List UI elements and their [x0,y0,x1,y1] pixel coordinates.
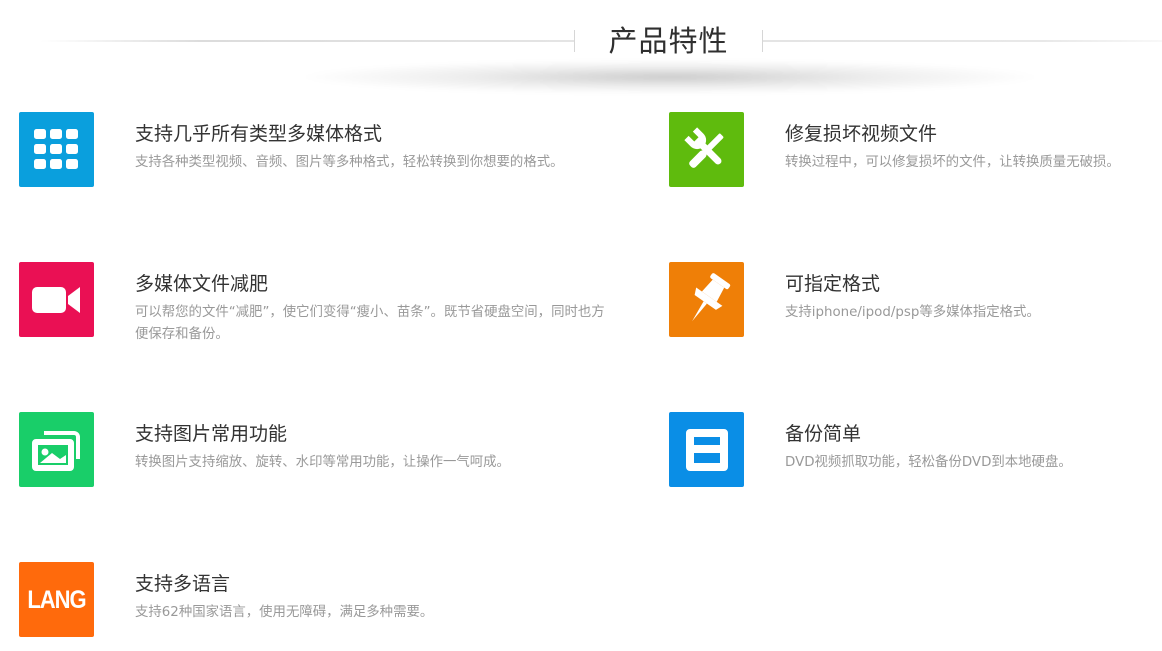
feature-description: 支持iphone/ipod/psp等多媒体指定格式。 [785,305,1040,320]
section-title: 产品特性 [608,24,729,58]
product-features-page: 产品特性 支持几乎所有类型多媒体格式 支持各种类型视频、音频、图片等多种格式，轻… [0,0,1162,651]
feature-title: 可指定格式 [785,273,881,295]
floppy-save-icon[interactable] [669,412,744,487]
lang-icon-text: LANG [27,584,86,614]
header-divider-left [40,40,575,42]
feature-description: DVD视频抓取功能，轻松备份DVD到本地硬盘。 [785,455,1072,470]
video-camera-icon[interactable] [19,262,94,337]
feature-item-compress: 多媒体文件减肥 可以帮您的文件“减肥”，使它们变得“瘦小、苗条”。既节省硬盘空间… [19,262,605,342]
feature-item-backup: 备份简单 DVD视频抓取功能，轻松备份DVD到本地硬盘。 [669,412,1162,492]
feature-title: 支持图片常用功能 [135,423,288,445]
feature-title: 修复损坏视频文件 [785,123,938,145]
feature-title: 支持多语言 [135,573,231,595]
grid-icon[interactable] [19,112,94,187]
feature-item-repair: 修复损坏视频文件 转换过程中，可以修复损坏的文件，让转换质量无破损。 [669,112,1162,192]
header-divider-right [763,40,1162,42]
feature-title: 支持几乎所有类型多媒体格式 [135,123,383,145]
feature-item-language: LANG 支持多语言 支持62种国家语言，使用无障碍，满足多种需要。 [19,562,519,642]
pushpin-icon[interactable] [669,262,744,337]
feature-title: 多媒体文件减肥 [135,273,269,295]
header-shadow [300,60,1040,94]
feature-description: 转换图片支持缩放、旋转、水印等常用功能，让操作一气呵成。 [135,455,510,470]
feature-description: 支持各种类型视频、音频、图片等多种格式，轻松转换到你想要的格式。 [135,155,564,170]
feature-item-formats-specify: 可指定格式 支持iphone/ipod/psp等多媒体指定格式。 [669,262,1162,342]
feature-title: 备份简单 [785,423,862,445]
image-gallery-icon[interactable] [19,412,94,487]
section-header: 产品特性 [0,0,1162,100]
feature-description: 可以帮您的文件“减肥”，使它们变得“瘦小、苗条”。既节省硬盘空间，同时也方便保存… [135,305,605,342]
feature-description: 转换过程中，可以修复损坏的文件，让转换质量无破损。 [785,155,1120,170]
feature-description: 支持62种国家语言，使用无障碍，满足多种需要。 [135,605,434,620]
feature-item-formats: 支持几乎所有类型多媒体格式 支持各种类型视频、音频、图片等多种格式，轻松转换到你… [19,112,564,192]
feature-item-image: 支持图片常用功能 转换图片支持缩放、旋转、水印等常用功能，让操作一气呵成。 [19,412,519,492]
tools-icon[interactable] [669,112,744,187]
lang-icon[interactable]: LANG [19,562,94,637]
